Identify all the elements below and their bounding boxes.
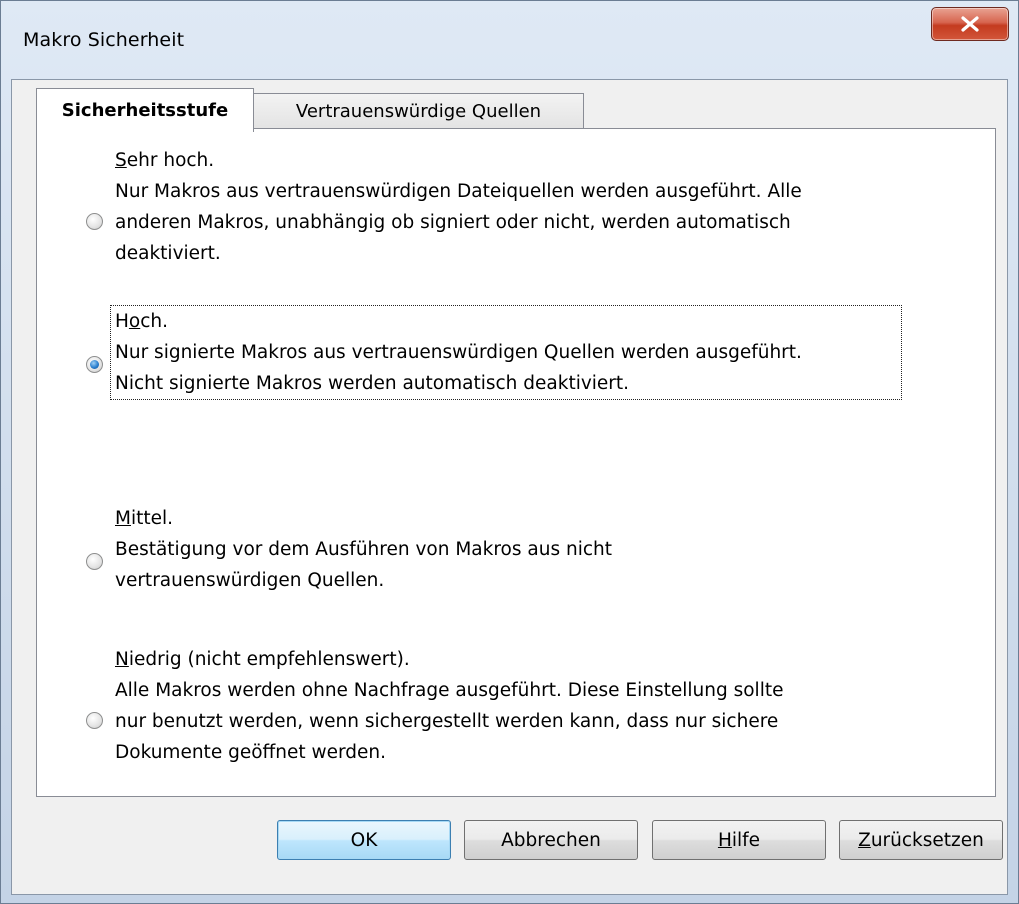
option-label-medium[interactable]: Mittel. Bestätigung vor dem Ausführen vo… xyxy=(111,503,616,596)
dialog-client-area: Sicherheitsstufe Vertrauenswürdige Quell… xyxy=(11,79,1008,895)
tab-label: Vertrauenswürdige Quellen xyxy=(295,101,542,122)
tab-vertrauenswuerdige-quellen[interactable]: Vertrauenswürdige Quellen xyxy=(253,93,584,129)
option-title: Niedrig (nicht empfehlenswert). xyxy=(115,649,410,670)
radio-high[interactable] xyxy=(86,356,103,373)
button-label: Hilfe xyxy=(717,829,761,851)
cancel-button[interactable]: Abbrechen xyxy=(464,820,638,860)
reset-button[interactable]: Zurücksetzen xyxy=(839,820,1003,860)
option-label-high[interactable]: Hoch. Nur signierte Makros aus vertrauen… xyxy=(110,305,902,400)
option-description-line: Nur Makros aus vertrauenswürdigen Dateiq… xyxy=(115,181,802,202)
option-label-very-high[interactable]: Sehr hoch. Nur Makros aus vertrauenswürd… xyxy=(111,145,806,269)
close-button[interactable] xyxy=(931,7,1009,41)
option-description-line: Nur signierte Makros aus vertrauenswürdi… xyxy=(115,342,802,363)
ok-button[interactable]: OK xyxy=(277,820,451,860)
tab-panel-security-level: Sehr hoch. Nur Makros aus vertrauenswürd… xyxy=(36,128,996,797)
option-description-line: Bestätigung vor dem Ausführen von Makros… xyxy=(115,539,612,560)
option-description-line: Dokumente geöffnet werden. xyxy=(115,742,387,763)
option-description-line: nur benutzt werden, wenn sichergestellt … xyxy=(115,711,779,732)
button-label: OK xyxy=(350,829,378,851)
radio-low[interactable] xyxy=(86,712,103,729)
option-title: Hoch. xyxy=(115,311,169,332)
option-title: Sehr hoch. xyxy=(115,150,215,171)
button-label: Abbrechen xyxy=(501,829,601,851)
tab-sicherheitsstufe[interactable]: Sicherheitsstufe xyxy=(36,88,254,132)
title-bar[interactable]: Makro Sicherheit xyxy=(1,1,1018,79)
button-label: Zurücksetzen xyxy=(858,829,984,851)
help-button[interactable]: Hilfe xyxy=(652,820,826,860)
radio-very-high[interactable] xyxy=(86,213,103,230)
option-description-line: Nicht signierte Makros werden automatisc… xyxy=(115,373,630,394)
tab-label: Sicherheitsstufe xyxy=(61,100,229,121)
window-title: Makro Sicherheit xyxy=(23,29,185,51)
option-description-line: Alle Makros werden ohne Nachfrage ausgef… xyxy=(115,680,784,701)
option-label-low[interactable]: Niedrig (nicht empfehlenswert). Alle Mak… xyxy=(111,644,787,768)
option-description-line: vertrauenswürdigen Quellen. xyxy=(115,570,385,591)
option-description-line: deaktiviert. xyxy=(115,243,221,264)
radio-medium[interactable] xyxy=(86,553,103,570)
option-title: Mittel. xyxy=(115,508,174,529)
close-icon xyxy=(961,16,979,32)
option-description-line: anderen Makros, unabhängig ob signiert o… xyxy=(115,212,791,233)
dialog-window: Makro Sicherheit Sicherheitsstufe Vertra… xyxy=(0,0,1019,904)
